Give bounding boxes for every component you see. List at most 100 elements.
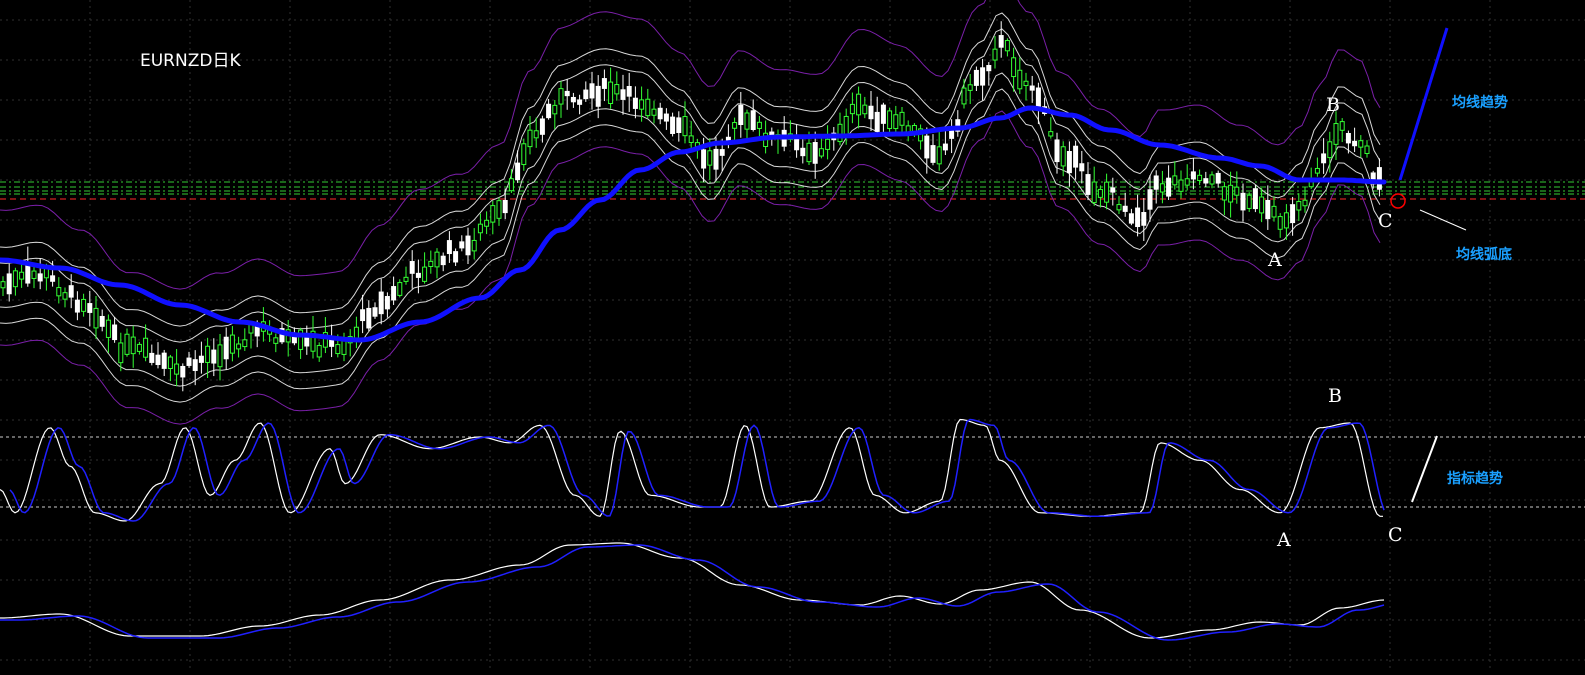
candle-body xyxy=(614,84,620,95)
candle-body xyxy=(1048,131,1054,137)
candle-body xyxy=(973,69,979,86)
candle-body xyxy=(601,78,607,89)
candle-body xyxy=(1011,57,1017,78)
candle-body xyxy=(570,96,576,103)
candle-body xyxy=(880,104,886,124)
price-point-b-label: B xyxy=(1326,94,1340,116)
candle-body xyxy=(682,116,688,137)
candle-body xyxy=(663,113,669,122)
candle-body xyxy=(1376,167,1382,190)
candle-body xyxy=(750,110,756,131)
candle-body xyxy=(1259,196,1265,214)
candle-body xyxy=(1141,212,1147,226)
candle-body xyxy=(1159,183,1165,193)
candle-body xyxy=(980,67,986,86)
candle-body xyxy=(521,143,527,166)
ma-arc-bottom-note: 均线弧底 xyxy=(1456,246,1512,263)
candle-body xyxy=(837,123,843,143)
candle-body xyxy=(818,148,824,157)
candle-body xyxy=(1364,145,1370,155)
candle-body xyxy=(868,105,874,120)
candle-body xyxy=(1327,141,1333,159)
candle-body xyxy=(1128,213,1134,224)
candle-body xyxy=(477,223,483,234)
candle-body xyxy=(471,239,477,252)
candle-body xyxy=(105,319,111,338)
candle-body xyxy=(1283,212,1289,229)
candle-body xyxy=(124,333,130,355)
candle-body xyxy=(1221,186,1227,201)
candle-body xyxy=(198,355,204,363)
candle-body xyxy=(360,309,366,322)
candle-body xyxy=(161,352,167,369)
candle-body xyxy=(143,337,149,358)
candle-body xyxy=(229,334,235,354)
candle-body xyxy=(639,99,645,110)
candle-body xyxy=(415,272,421,278)
candle-body xyxy=(192,359,198,371)
candle-body xyxy=(626,86,632,97)
candle-body xyxy=(657,107,663,120)
candle-body xyxy=(1073,145,1079,168)
candle-body xyxy=(756,121,762,129)
candle-body xyxy=(6,273,12,295)
candle-body xyxy=(1271,205,1277,218)
indicator-trend-note: 指标趋势 xyxy=(1447,470,1503,487)
candle-body xyxy=(701,149,707,169)
candle-body xyxy=(552,104,558,115)
candle-body xyxy=(37,273,43,282)
candle-body xyxy=(502,199,508,214)
candle-body xyxy=(1116,204,1122,211)
candle-body xyxy=(167,356,173,369)
ma-trend-note: 均线趋势 xyxy=(1452,94,1508,111)
candle-body xyxy=(583,89,589,100)
candle-body xyxy=(1190,171,1196,180)
candle-body xyxy=(1302,199,1308,207)
candle-body xyxy=(1079,163,1085,172)
candle-body xyxy=(1023,80,1029,87)
candle-body xyxy=(1122,205,1128,212)
candle-body xyxy=(1240,192,1246,211)
candle-body xyxy=(800,147,806,157)
candle-body xyxy=(843,115,849,136)
candle-body xyxy=(440,255,446,266)
candle-body xyxy=(81,298,87,312)
candle-body xyxy=(577,99,583,105)
candle-body xyxy=(490,205,496,223)
candle-body xyxy=(1333,123,1339,145)
candle-body xyxy=(335,344,341,355)
candle-body xyxy=(924,135,930,159)
candle-body xyxy=(1339,121,1345,131)
candle-body xyxy=(992,48,998,61)
candle-body xyxy=(806,142,812,163)
candle-body xyxy=(942,143,948,151)
candle-body xyxy=(508,178,514,192)
candle-body xyxy=(1029,85,1035,91)
candle-body xyxy=(961,87,967,105)
candle-body xyxy=(422,266,428,282)
candle-body xyxy=(155,354,161,366)
candle-body xyxy=(1085,174,1091,195)
candle-body xyxy=(539,118,545,135)
candle-body xyxy=(1321,153,1327,164)
candle-body xyxy=(651,108,657,116)
candle-body xyxy=(887,110,893,130)
candle-body xyxy=(87,303,93,313)
candle-body xyxy=(304,337,310,347)
eurnzd-daily-chart: A B C A B C 均线趋势均线弧底指标趋势 EURNZD日K xyxy=(0,0,1585,670)
candle-body xyxy=(1097,188,1103,198)
candle-body xyxy=(496,200,502,219)
candle-body xyxy=(242,339,248,348)
candle-body xyxy=(546,103,552,119)
candle-body xyxy=(1296,201,1302,211)
candle-body xyxy=(403,276,409,282)
candle-body xyxy=(217,344,223,368)
candle-body xyxy=(558,88,564,105)
candle-body xyxy=(434,251,440,268)
candle-body xyxy=(1153,175,1159,190)
candle-body xyxy=(707,150,713,166)
candle-body xyxy=(273,337,279,344)
candle-body xyxy=(812,142,818,164)
candle-body xyxy=(1017,69,1023,90)
candle-body xyxy=(986,65,992,72)
